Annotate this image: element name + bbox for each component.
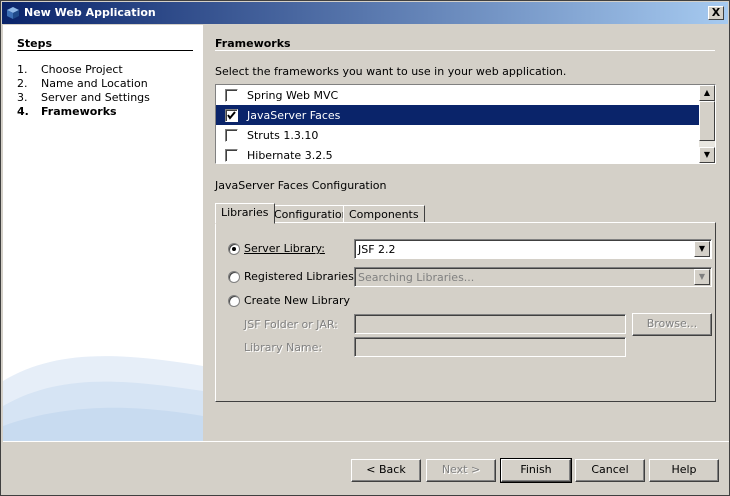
frameworks-list[interactable]: Spring Web MVC JavaServer Faces Struts 1…: [215, 84, 716, 164]
cancel-button[interactable]: Cancel: [575, 459, 645, 482]
library-name-field[interactable]: [354, 337, 626, 357]
step-item-server-and-settings: 3. Server and Settings: [17, 91, 150, 104]
framework-checkbox[interactable]: [225, 149, 238, 162]
step-number: 1.: [17, 63, 28, 76]
chevron-down-icon[interactable]: ▼: [694, 269, 710, 285]
jsf-folder-label: JSF Folder or JAR:: [244, 318, 338, 331]
framework-label: Spring Web MVC: [247, 89, 339, 102]
server-library-label: Server Library:: [244, 242, 325, 255]
step-number: 4.: [17, 105, 29, 118]
step-label: Choose Project: [41, 63, 123, 76]
registered-libraries-value: Searching Libraries...: [358, 271, 475, 284]
frameworks-heading: Frameworks: [215, 37, 291, 50]
step-item-choose-project: 1. Choose Project: [17, 63, 123, 76]
frameworks-instruction: Select the frameworks you want to use in…: [215, 65, 567, 78]
browse-button[interactable]: Browse...: [632, 313, 712, 336]
step-label: Name and Location: [41, 77, 148, 90]
server-library-radio[interactable]: [228, 243, 240, 255]
registered-libraries-radio[interactable]: [228, 271, 240, 283]
jsf-folder-field[interactable]: [354, 314, 626, 334]
scroll-thumb[interactable]: [699, 101, 715, 141]
library-name-label: Library Name:: [244, 341, 323, 354]
server-library-combo[interactable]: JSF 2.2 ▼: [354, 239, 712, 259]
tab-libraries[interactable]: Libraries: [215, 203, 275, 224]
registered-libraries-combo[interactable]: Searching Libraries... ▼: [354, 267, 712, 287]
steps-heading: Steps: [17, 37, 53, 50]
create-new-library-label: Create New Library: [244, 294, 350, 307]
framework-row-javaserver-faces[interactable]: JavaServer Faces: [216, 105, 699, 125]
step-item-frameworks: 4. Frameworks: [17, 105, 117, 118]
step-number: 2.: [17, 77, 28, 90]
framework-label: JavaServer Faces: [247, 109, 341, 122]
step-number: 3.: [17, 91, 28, 104]
frameworks-list-scrollbar[interactable]: ▲ ▼: [699, 85, 715, 163]
frameworks-heading-rule: [215, 50, 715, 51]
checkmark-icon: [227, 111, 236, 120]
scroll-up-arrow-icon[interactable]: ▲: [699, 85, 715, 101]
steps-panel: Steps 1. Choose Project 2. Name and Locati…: [3, 25, 203, 441]
framework-row-struts[interactable]: Struts 1.3.10: [216, 125, 699, 145]
framework-row-spring-web-mvc[interactable]: Spring Web MVC: [216, 85, 699, 105]
libraries-tab-panel: Server Library: JSF 2.2 ▼ Registered Lib…: [215, 222, 716, 402]
tab-components[interactable]: Components: [343, 205, 425, 223]
title-bar[interactable]: New Web Application X: [2, 2, 728, 24]
registered-libraries-label: Registered Libraries:: [244, 270, 358, 283]
finish-button[interactable]: Finish: [500, 458, 572, 483]
step-label: Frameworks: [41, 105, 117, 118]
framework-checkbox[interactable]: [225, 89, 238, 102]
steps-heading-rule: [17, 50, 193, 51]
radio-selected-dot: [232, 247, 236, 251]
step-label: Server and Settings: [41, 91, 150, 104]
back-button[interactable]: < Back: [351, 459, 421, 482]
close-button[interactable]: X: [708, 6, 724, 20]
framework-label: Struts 1.3.10: [247, 129, 319, 142]
frameworks-panel: Frameworks Select the frameworks you wan…: [203, 25, 729, 441]
next-button[interactable]: Next >: [426, 459, 496, 482]
chevron-down-icon[interactable]: ▼: [694, 241, 710, 257]
server-library-value: JSF 2.2: [358, 243, 396, 256]
window-title: New Web Application: [24, 6, 156, 19]
jsf-configuration-label: JavaServer Faces Configuration: [215, 179, 387, 192]
scroll-down-arrow-icon[interactable]: ▼: [699, 147, 715, 163]
step-item-name-and-location: 2. Name and Location: [17, 77, 148, 90]
framework-checkbox[interactable]: [225, 109, 238, 122]
help-button[interactable]: Help: [649, 459, 719, 482]
framework-checkbox[interactable]: [225, 129, 238, 142]
create-new-library-radio[interactable]: [228, 295, 240, 307]
new-web-application-dialog: New Web Application X Steps 1. Choose Pro…: [0, 0, 730, 496]
decorative-swoosh-graphic: [3, 356, 203, 441]
netbeans-cube-icon: [7, 7, 19, 19]
framework-row-hibernate[interactable]: Hibernate 3.2.5: [216, 145, 699, 163]
button-bar-divider: [3, 441, 729, 442]
tab-configuration[interactable]: Configuration: [268, 205, 355, 223]
framework-label: Hibernate 3.2.5: [247, 149, 333, 162]
